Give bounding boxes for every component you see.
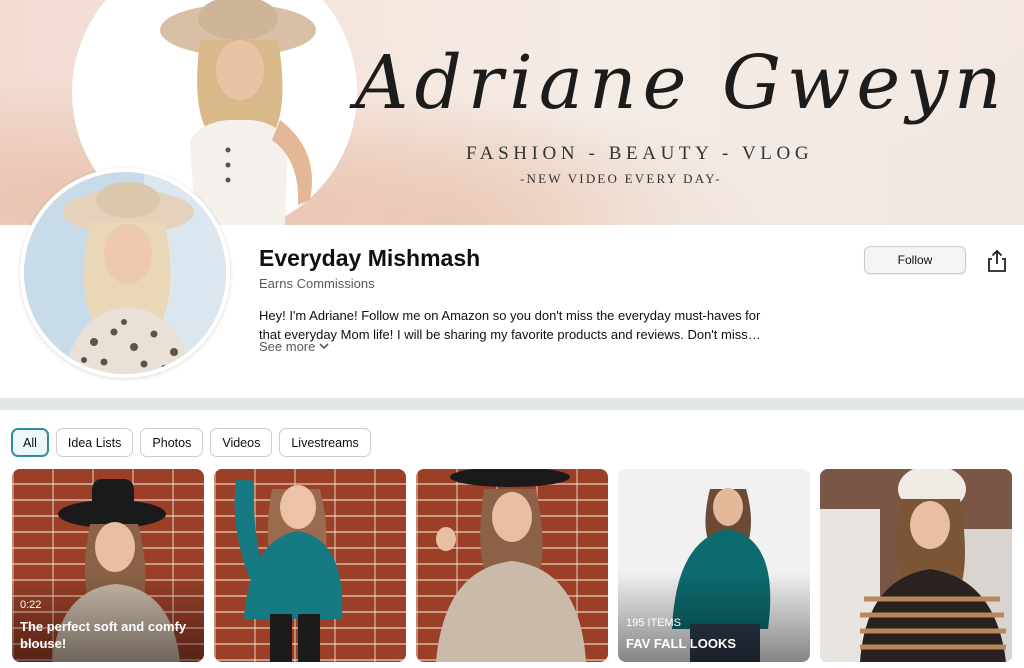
- tab-photos[interactable]: Photos: [140, 428, 204, 457]
- photo-card[interactable]: [214, 469, 406, 662]
- video-card[interactable]: 0:22 The perfect soft and comfy blouse!: [12, 469, 204, 662]
- share-icon: [988, 249, 1006, 272]
- banner-subtagline: -NEW VIDEO EVERY DAY-: [520, 171, 722, 186]
- tab-idea-lists[interactable]: Idea Lists: [55, 428, 134, 457]
- share-button[interactable]: [985, 248, 1009, 274]
- profile-bio: Hey! I'm Adriane! Follow me on Amazon so…: [259, 308, 761, 342]
- earns-commissions-label: Earns Commissions: [259, 276, 375, 291]
- card-image: [820, 469, 1012, 662]
- follow-button[interactable]: Follow: [864, 246, 966, 274]
- section-divider: [0, 398, 1024, 410]
- banner-script-name: Adriane Gweyn: [355, 40, 1008, 126]
- profile-name: Everyday Mishmash: [259, 245, 481, 271]
- idea-list-item-count: 195 ITEMS: [626, 617, 682, 629]
- avatar: [20, 168, 230, 378]
- photo-card[interactable]: [416, 469, 608, 662]
- banner-tagline: FASHION - BEAUTY - VLOG: [466, 143, 814, 164]
- video-title: The perfect soft and comfy blouse!: [20, 619, 187, 651]
- photo-card[interactable]: [820, 469, 1012, 662]
- idea-list-card[interactable]: 195 ITEMS FAV FALL LOOKS: [618, 469, 810, 662]
- avatar-image: [24, 172, 226, 374]
- chevron-down-icon: [319, 343, 329, 350]
- card-image: [234, 479, 343, 662]
- idea-list-title: FAV FALL LOOKS: [626, 636, 737, 651]
- tab-all[interactable]: All: [11, 428, 49, 457]
- video-duration: 0:22: [20, 599, 42, 611]
- card-image: [436, 469, 586, 662]
- tab-videos[interactable]: Videos: [210, 428, 273, 457]
- tab-livestreams[interactable]: Livestreams: [279, 428, 371, 457]
- content-filter-tabs: All Idea Lists Photos Videos Livestreams: [11, 428, 371, 457]
- see-more-label: See more: [259, 339, 316, 354]
- see-more-link[interactable]: See more: [259, 339, 329, 354]
